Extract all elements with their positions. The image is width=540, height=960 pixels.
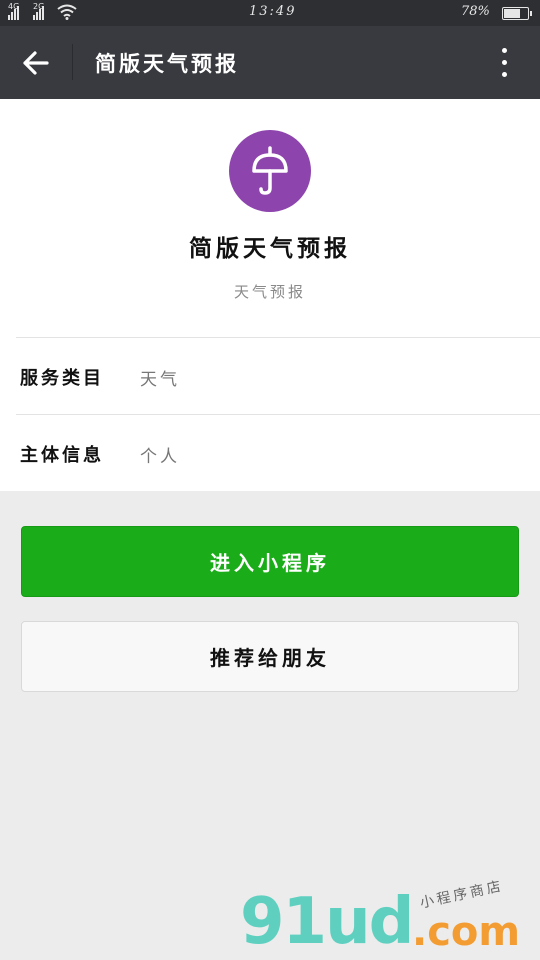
network-type-2: 2G [33,2,45,11]
cellular-signal-icon: 4G [8,2,20,20]
cellular-signal-icon-2: 2G [33,2,45,20]
network-type-1: 4G [8,2,20,11]
info-label: 主体信息 [20,445,104,466]
more-vertical-icon [502,48,507,53]
watermark-domain: .com [412,909,521,955]
info-row-service-category: 服务类目 天气 [0,338,540,414]
status-time: 13:49 [249,4,297,19]
battery-percent: 78% [461,4,490,19]
arrow-left-icon [23,51,49,75]
page-title: 简版天气预报 [95,51,239,76]
umbrella-icon [252,146,288,195]
battery-fill [504,9,521,18]
wifi-icon [57,4,77,20]
watermark-logo: 91ud [240,885,414,959]
enter-mini-program-button[interactable]: 进入小程序 [21,526,519,597]
nav-divider [72,44,73,80]
info-value: 天气 [140,370,180,390]
app-avatar [229,130,311,212]
nav-bar: 简版天气预报 [0,26,540,99]
watermark: 91ud .com 小程序商店 [240,878,540,960]
app-description: 天气预报 [233,283,306,301]
status-bar: 4G 2G 13:49 78% [0,0,540,26]
battery-icon [502,7,532,20]
more-button[interactable] [488,42,520,84]
mini-program-profile-card: 简版天气预报 天气预报 服务类目 天气 主体信息 个人 [0,99,540,491]
info-value: 个人 [140,447,180,467]
app-name: 简版天气预报 [189,235,351,262]
info-row-entity-info: 主体信息 个人 [0,415,540,491]
back-button[interactable] [14,41,58,85]
recommend-to-friends-button[interactable]: 推荐给朋友 [21,621,519,692]
info-label: 服务类目 [20,368,104,389]
